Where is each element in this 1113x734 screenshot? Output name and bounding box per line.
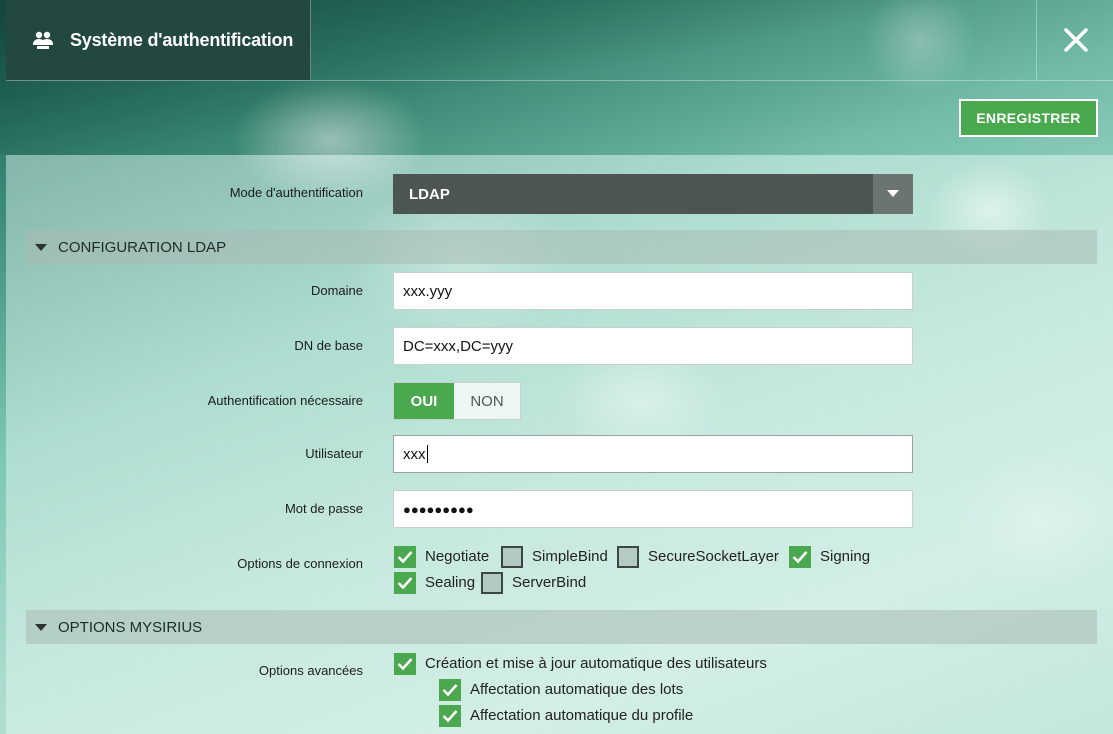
check-icon xyxy=(397,658,413,671)
section-mysirius-options[interactable]: OPTIONS MYSIRIUS xyxy=(26,610,1097,644)
checkbox-label-auto-create-users: Création et mise à jour automatique des … xyxy=(425,655,767,672)
user-value: xxx xyxy=(403,445,426,463)
toggle-oui[interactable]: OUI xyxy=(394,383,454,419)
page-title: Système d'authentification xyxy=(70,29,294,50)
auth-mode-label: Mode d'authentification xyxy=(229,185,363,200)
check-icon xyxy=(397,551,413,564)
password-field[interactable]: ●●●●●●●●● xyxy=(393,490,913,528)
header-divider xyxy=(6,80,1113,81)
section-mysirius-title: OPTIONS MYSIRIUS xyxy=(58,618,203,636)
domain-field[interactable]: xxx.yyy xyxy=(393,272,913,310)
section-ldap-config[interactable]: CONFIGURATION LDAP xyxy=(26,230,1097,264)
user-label: Utilisateur xyxy=(305,446,363,461)
checkbox-auto-assign-profile[interactable] xyxy=(439,705,461,727)
close-icon xyxy=(1063,28,1088,52)
user-field[interactable]: xxx xyxy=(393,435,913,473)
collapse-triangle-icon xyxy=(35,623,47,631)
chevron-down-icon[interactable] xyxy=(873,174,913,214)
check-icon xyxy=(442,710,458,723)
checkbox-serverbind[interactable] xyxy=(481,572,503,594)
password-value: ●●●●●●●●● xyxy=(403,501,474,517)
checkbox-label-auto-assign-profile: Affectation automatique du profile xyxy=(470,707,694,724)
checkbox-label-signing: Signing xyxy=(820,548,871,565)
save-button[interactable]: ENREGISTRER xyxy=(959,99,1098,137)
checkbox-negotiate[interactable] xyxy=(394,546,416,568)
checkbox-securesocketlayer[interactable] xyxy=(617,546,639,568)
checkbox-label-simplebind: SimpleBind xyxy=(532,548,608,565)
section-ldap-title: CONFIGURATION LDAP xyxy=(58,238,227,256)
toggle-non[interactable]: NON xyxy=(454,383,520,419)
connection-options-label: Options de connexion xyxy=(237,556,363,571)
window-title-bar: Système d'authentification xyxy=(6,0,311,80)
close-button[interactable] xyxy=(1036,0,1113,80)
checkbox-label-negotiate: Negotiate xyxy=(425,548,490,565)
check-icon xyxy=(397,577,413,590)
users-icon xyxy=(32,29,54,51)
checkbox-sealing[interactable] xyxy=(394,572,416,594)
base-dn-label: DN de base xyxy=(294,338,363,353)
auth-required-toggle[interactable]: OUI NON xyxy=(393,382,521,420)
checkbox-auto-create-users[interactable] xyxy=(394,653,416,675)
base-dn-field[interactable]: DC=xxx,DC=yyy xyxy=(393,327,913,365)
checkbox-signing[interactable] xyxy=(789,546,811,568)
auth-mode-value: LDAP xyxy=(409,185,450,203)
base-dn-value: DC=xxx,DC=yyy xyxy=(403,337,514,355)
check-icon xyxy=(792,551,808,564)
advanced-options-label: Options avancées xyxy=(258,663,363,678)
domain-label: Domaine xyxy=(310,283,363,298)
checkbox-label-sealing: Sealing xyxy=(425,574,476,591)
auth-required-label: Authentification nécessaire xyxy=(207,393,363,408)
checkbox-label-serverbind: ServerBind xyxy=(512,574,587,591)
collapse-triangle-icon xyxy=(35,243,47,251)
checkbox-label-auto-assign-lots: Affectation automatique des lots xyxy=(470,681,684,698)
auth-mode-select[interactable]: LDAP xyxy=(393,174,913,214)
header: Système d'authentification ENREGISTRER xyxy=(0,0,1113,155)
text-caret xyxy=(426,445,428,463)
password-label: Mot de passe xyxy=(284,501,363,516)
check-icon xyxy=(442,684,458,697)
checkbox-label-securesocketlayer: SecureSocketLayer xyxy=(648,548,779,565)
checkbox-simplebind[interactable] xyxy=(501,546,523,568)
domain-value: xxx.yyy xyxy=(403,282,453,300)
checkbox-auto-assign-lots[interactable] xyxy=(439,679,461,701)
